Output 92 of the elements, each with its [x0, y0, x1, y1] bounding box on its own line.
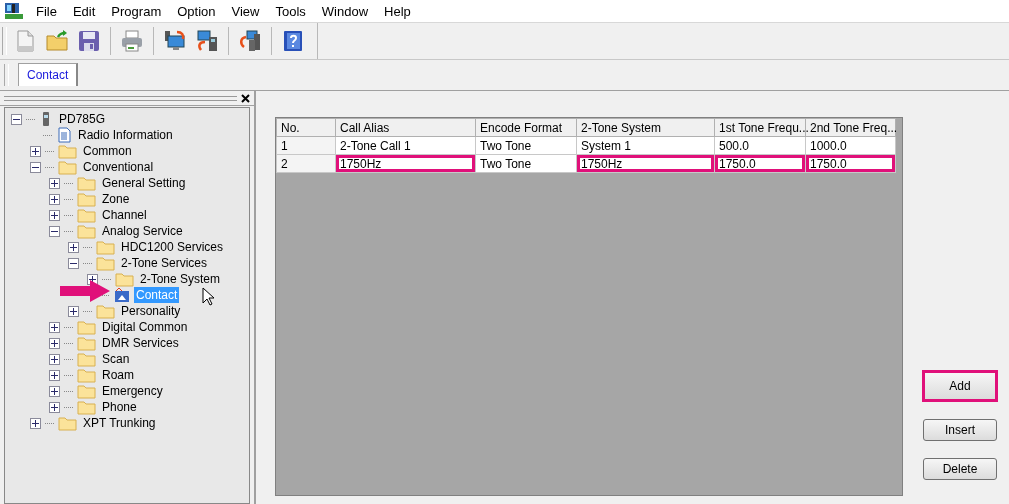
- tree-item[interactable]: Common: [81, 143, 134, 159]
- tree-item[interactable]: Emergency: [100, 383, 165, 399]
- table-cell: 1750.0: [805, 154, 896, 173]
- table-cell: Two Tone: [475, 154, 577, 173]
- folder-icon: [58, 159, 77, 175]
- tree-item[interactable]: XPT Trunking: [81, 415, 158, 431]
- tree-item[interactable]: General Setting: [100, 175, 188, 191]
- expand-toggle[interactable]: [49, 337, 60, 349]
- folder-icon: [58, 415, 77, 431]
- column-header[interactable]: Call Alias: [335, 118, 476, 137]
- table-cell: 1750.0: [714, 154, 806, 173]
- action-button[interactable]: Insert: [923, 419, 997, 441]
- table-cell: 1000.0: [805, 136, 896, 155]
- tree-item[interactable]: Scan: [100, 351, 132, 367]
- collapse-toggle[interactable]: [11, 113, 22, 125]
- folder-icon: [115, 271, 134, 287]
- expand-toggle[interactable]: [49, 177, 60, 189]
- column-header[interactable]: No.: [276, 118, 336, 137]
- menu-item[interactable]: Option: [169, 3, 224, 19]
- expand-toggle[interactable]: [49, 401, 60, 413]
- table-cell: 1750Hz: [335, 154, 476, 173]
- expand-toggle[interactable]: [49, 321, 60, 333]
- tree-item[interactable]: Personality: [119, 303, 183, 319]
- annotation-arrow-icon: [60, 279, 110, 303]
- tree-item[interactable]: Digital Common: [100, 319, 190, 335]
- collapse-toggle[interactable]: [30, 161, 41, 173]
- tree-item[interactable]: Conventional: [81, 159, 156, 175]
- document-icon: [56, 127, 72, 143]
- menu-item[interactable]: Tools: [267, 3, 314, 19]
- folder-icon: [96, 239, 115, 255]
- folder-icon: [77, 319, 96, 335]
- table-cell: 500.0: [714, 136, 806, 155]
- tree-item[interactable]: 2-Tone Services: [119, 255, 210, 271]
- expand-toggle[interactable]: [49, 193, 60, 205]
- tree-item[interactable]: Channel: [100, 207, 149, 223]
- collapse-toggle[interactable]: [68, 257, 79, 269]
- tree-item[interactable]: PD785G: [57, 111, 108, 127]
- expand-toggle[interactable]: [30, 417, 41, 429]
- tree-item[interactable]: Zone: [100, 191, 132, 207]
- clone-radio-icon[interactable]: [238, 29, 262, 53]
- tree-item[interactable]: Radio Information: [76, 127, 175, 143]
- contact-card-icon: [113, 287, 130, 303]
- menu-item[interactable]: Help: [376, 3, 419, 19]
- folder-icon: [77, 175, 96, 191]
- column-header[interactable]: 1st Tone Frequ...: [714, 118, 806, 137]
- computer-radio-icon[interactable]: [163, 29, 187, 53]
- folder-icon: [58, 143, 77, 159]
- tree-item[interactable]: Phone: [100, 399, 139, 415]
- folder-icon: [96, 255, 115, 271]
- printer-icon[interactable]: [120, 29, 144, 53]
- mouse-cursor-icon: [202, 287, 216, 307]
- folder-icon: [77, 191, 96, 207]
- help-book-icon[interactable]: [281, 29, 305, 53]
- expand-toggle[interactable]: [49, 209, 60, 221]
- table-cell: 1750Hz: [576, 154, 715, 173]
- menu-item[interactable]: Edit: [64, 3, 104, 19]
- tree-item[interactable]: Roam: [100, 367, 136, 383]
- folder-icon: [77, 367, 96, 383]
- expand-toggle[interactable]: [49, 369, 60, 381]
- tree-item[interactable]: Analog Service: [100, 223, 185, 239]
- menu-item[interactable]: Program: [103, 3, 170, 19]
- expand-toggle[interactable]: [68, 305, 79, 317]
- folder-icon: [77, 223, 96, 239]
- menu-item[interactable]: Window: [313, 3, 377, 19]
- folder-icon: [77, 207, 96, 223]
- action-button[interactable]: Add: [922, 370, 998, 402]
- expand-toggle[interactable]: [68, 241, 79, 253]
- tree-item[interactable]: DMR Services: [100, 335, 181, 351]
- table-cell: Two Tone: [475, 136, 577, 155]
- table-cell: System 1: [576, 136, 715, 155]
- tree-item[interactable]: HDC1200 Services: [119, 239, 226, 255]
- collapse-toggle[interactable]: [49, 225, 60, 237]
- tab[interactable]: Contact: [18, 63, 79, 86]
- menu-item[interactable]: File: [28, 3, 65, 19]
- folder-icon: [77, 399, 96, 415]
- menu-item[interactable]: View: [223, 3, 268, 19]
- folder-icon: [77, 351, 96, 367]
- action-button[interactable]: Delete: [923, 458, 997, 480]
- radio-computer-icon[interactable]: [195, 29, 219, 53]
- table-cell: 2-Tone Call 1: [335, 136, 476, 155]
- column-header[interactable]: 2-Tone System: [576, 118, 715, 137]
- open-folder-icon[interactable]: [45, 29, 69, 53]
- app-icon: [4, 2, 24, 20]
- expand-toggle[interactable]: [30, 145, 41, 157]
- expand-toggle[interactable]: [49, 353, 60, 365]
- folder-icon: [77, 383, 96, 399]
- expand-toggle[interactable]: [49, 385, 60, 397]
- folder-icon: [77, 335, 96, 351]
- tree-item[interactable]: 2-Tone System: [138, 271, 223, 287]
- folder-icon: [96, 303, 115, 319]
- close-icon[interactable]: [241, 93, 250, 103]
- column-header[interactable]: Encode Format: [475, 118, 577, 137]
